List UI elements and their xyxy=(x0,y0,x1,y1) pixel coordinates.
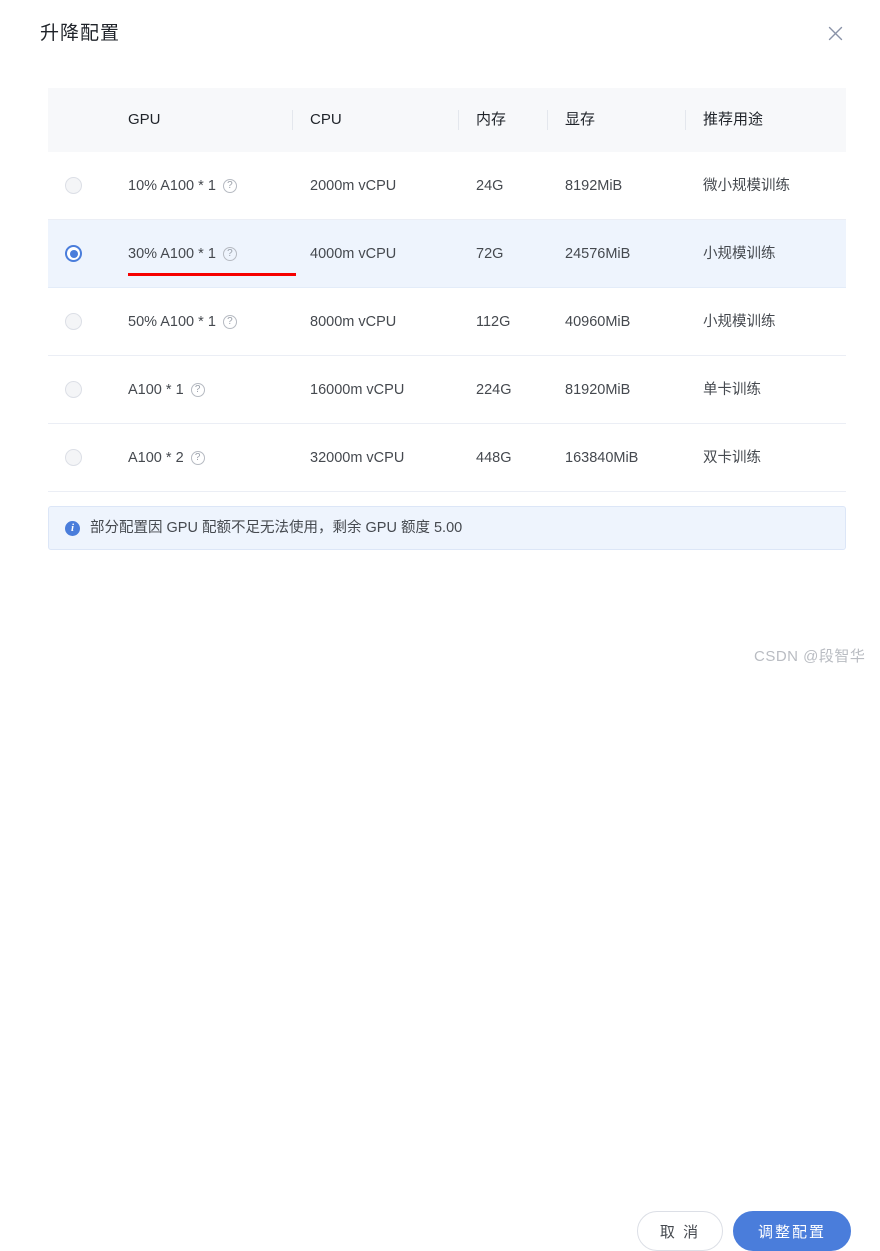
column-header-vram: 显存 xyxy=(547,88,685,152)
cell-usage: 双卡训练 xyxy=(703,449,761,466)
table-header-row: GPU CPU 内存 显存 推荐用途 xyxy=(48,88,846,152)
cell-usage: 单卡训练 xyxy=(703,381,761,398)
page-title: 升降配置 xyxy=(40,23,121,44)
cell-memory: 224G xyxy=(476,381,512,398)
cell-memory: 112G xyxy=(476,313,511,330)
dialog-header: 升降配置 xyxy=(0,0,880,72)
help-icon[interactable]: ? xyxy=(222,178,237,193)
cell-vram: 81920MiB xyxy=(565,381,631,398)
column-header-gpu: GPU xyxy=(110,88,292,152)
cell-cpu: 32000m vCPU xyxy=(310,449,405,466)
cell-memory: 24G xyxy=(476,177,504,194)
help-icon[interactable]: ? xyxy=(190,450,205,465)
help-icon[interactable]: ? xyxy=(222,314,237,329)
gpu-label: A100 * 2 xyxy=(128,449,184,466)
close-icon xyxy=(828,26,843,41)
adjust-config-button[interactable]: 调整配置 xyxy=(733,1211,851,1251)
column-header-select xyxy=(48,88,110,152)
help-icon[interactable]: ? xyxy=(190,382,205,397)
radio-option[interactable] xyxy=(65,313,82,330)
gpu-label: 30% A100 * 1 xyxy=(128,245,216,262)
table-row[interactable]: A100 * 1 ? 16000m vCPU 224G 81920MiB 单卡训… xyxy=(48,356,846,424)
table-body: 10% A100 * 1 ? 2000m vCPU 24G 8192MiB 微小… xyxy=(48,152,846,492)
upgrade-config-dialog: 升降配置 GPU CPU 内存 显存 推荐用途 10% A100 * 1 ? 2… xyxy=(0,0,880,1251)
gpu-label: A100 * 1 xyxy=(128,381,184,398)
close-button[interactable] xyxy=(822,20,848,46)
cell-memory: 448G xyxy=(476,449,512,466)
radio-option[interactable] xyxy=(65,381,82,398)
cell-usage: 小规模训练 xyxy=(703,245,776,262)
cell-gpu: 10% A100 * 1 ? xyxy=(110,152,292,220)
table-row[interactable]: 50% A100 * 1 ? 8000m vCPU 112G 40960MiB xyxy=(48,288,846,356)
gpu-label: 10% A100 * 1 xyxy=(128,177,216,194)
row-select-cell[interactable] xyxy=(48,424,110,492)
cell-vram: 163840MiB xyxy=(565,449,639,466)
cell-cpu: 8000m vCPU xyxy=(310,313,397,330)
row-select-cell[interactable] xyxy=(48,288,110,356)
radio-option[interactable] xyxy=(65,449,82,466)
cell-vram: 8192MiB xyxy=(565,177,623,194)
cell-vram: 40960MiB xyxy=(565,313,631,330)
help-icon[interactable]: ? xyxy=(222,246,237,261)
cell-vram: 24576MiB xyxy=(565,245,631,262)
table-header: GPU CPU 内存 显存 推荐用途 xyxy=(48,88,846,152)
row-select-cell[interactable] xyxy=(48,152,110,220)
quota-info-banner: i 部分配置因 GPU 配额不足无法使用，剩余 GPU 额度 5.00 xyxy=(48,506,846,550)
table-row[interactable]: A100 * 2 ? 32000m vCPU 448G 163840MiB 双卡… xyxy=(48,424,846,492)
info-icon: i xyxy=(65,520,80,536)
cell-cpu: 4000m vCPU xyxy=(310,245,397,262)
cell-gpu: 50% A100 * 1 ? xyxy=(110,288,292,356)
cell-gpu: 30% A100 * 1 ? xyxy=(110,220,296,288)
cell-gpu: A100 * 2 ? xyxy=(110,424,292,492)
dialog-footer: 取 消 调整配置 xyxy=(0,600,880,1251)
cell-memory: 72G xyxy=(476,245,504,262)
row-select-cell[interactable] xyxy=(48,220,110,288)
row-select-cell[interactable] xyxy=(48,356,110,424)
gpu-label: 50% A100 * 1 xyxy=(128,313,216,330)
config-table: GPU CPU 内存 显存 推荐用途 10% A100 * 1 ? 2000m … xyxy=(48,88,846,492)
config-table-wrapper: GPU CPU 内存 显存 推荐用途 10% A100 * 1 ? 2000m … xyxy=(48,88,846,492)
column-header-usage: 推荐用途 xyxy=(685,88,846,152)
column-header-cpu: CPU xyxy=(292,88,458,152)
quota-info-text: 部分配置因 GPU 配额不足无法使用，剩余 GPU 额度 5.00 xyxy=(90,520,463,536)
column-header-memory: 内存 xyxy=(458,88,547,152)
cell-cpu: 2000m vCPU xyxy=(310,177,397,194)
radio-option[interactable] xyxy=(65,177,82,194)
cell-usage: 小规模训练 xyxy=(703,313,776,330)
table-row[interactable]: 30% A100 * 1 ? 4000m vCPU 72G 24576MiB 小… xyxy=(48,219,846,288)
table-row[interactable]: 10% A100 * 1 ? 2000m vCPU 24G 8192MiB 微小… xyxy=(48,152,846,220)
cell-gpu: A100 * 1 ? xyxy=(110,356,292,424)
radio-option-selected[interactable] xyxy=(65,245,82,262)
red-underline-annotation xyxy=(128,272,296,276)
cell-usage: 微小规模训练 xyxy=(703,177,790,194)
cancel-button[interactable]: 取 消 xyxy=(637,1211,723,1251)
cell-cpu: 16000m vCPU xyxy=(310,381,405,398)
